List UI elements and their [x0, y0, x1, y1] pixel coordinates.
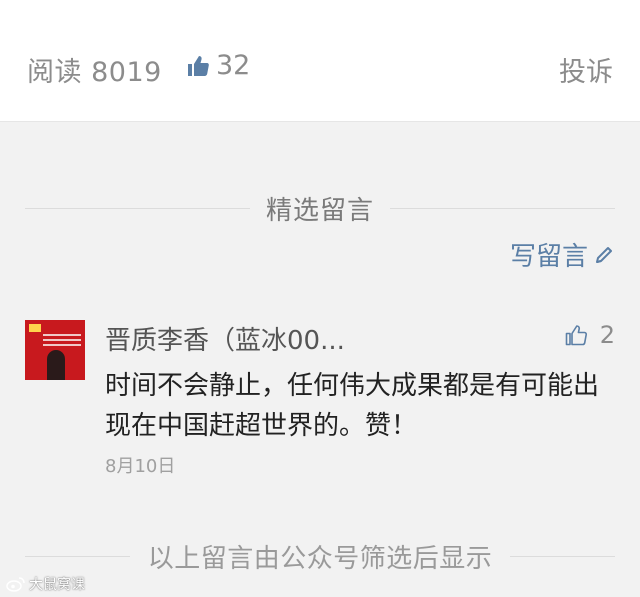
footer-note: 以上留言由公众号筛选后显示	[147, 543, 493, 574]
footer-divider-left	[25, 555, 130, 557]
thumbs-up-outline-icon	[564, 323, 588, 347]
report-link[interactable]: 投诉	[559, 50, 613, 89]
comment-item: 晋质李香（蓝冰00... 2 时间不会静止，任何伟大成果都是有可能出现在中国赶超…	[25, 320, 615, 480]
comment-date: 8月10日	[105, 456, 176, 477]
comments-header: 精选留言	[25, 188, 616, 228]
comments-section-title: 精选留言	[266, 195, 375, 226]
write-comment-label: 写留言	[509, 242, 588, 272]
avatar-badge-shape	[29, 324, 41, 332]
article-stats-bar: 阅读 8019 32 投诉	[0, 0, 640, 122]
thumbs-up-icon	[186, 54, 210, 78]
comment-like-count: 2	[599, 321, 615, 349]
divider-right	[390, 207, 616, 209]
write-comment-button[interactable]: 写留言	[510, 236, 614, 273]
comment-like-button[interactable]: 2	[564, 321, 615, 349]
like-button[interactable]: 32	[186, 50, 250, 81]
weibo-logo-icon	[6, 576, 26, 592]
divider-left	[25, 207, 250, 209]
avatar-person-shape	[47, 350, 65, 380]
comment-author: 晋质李香（蓝冰00...	[105, 326, 345, 356]
avatar[interactable]	[25, 320, 85, 380]
watermark: 大鼠窝课	[6, 574, 85, 594]
pencil-icon	[594, 245, 614, 265]
comments-footer: 以上留言由公众号筛选后显示	[25, 536, 616, 576]
comment-body: 时间不会静止，任何伟大成果都是有可能出现在中国赶超世界的。赞！	[105, 371, 600, 441]
footer-divider-right	[510, 555, 616, 557]
avatar-text-lines	[43, 334, 81, 336]
watermark-text: 大鼠窝课	[29, 577, 85, 593]
like-count: 32	[216, 50, 251, 81]
read-count: 阅读 8019	[27, 57, 162, 88]
